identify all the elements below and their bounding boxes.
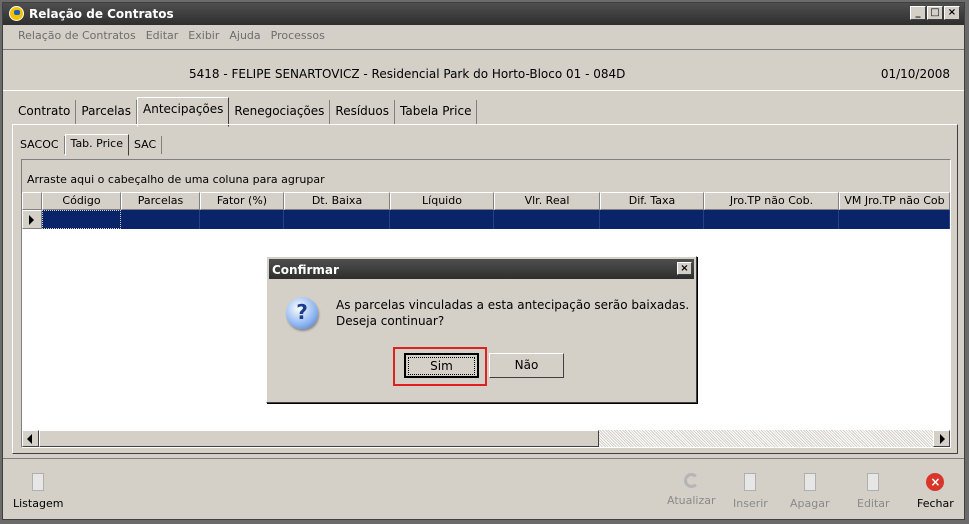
- editar-button[interactable]: Editar: [857, 465, 890, 510]
- listagem-label: Listagem: [13, 497, 64, 510]
- subtab-tab-price[interactable]: Tab. Price: [64, 134, 129, 156]
- dialog-title: Confirmar: [272, 263, 339, 277]
- maximize-button[interactable]: □: [927, 6, 943, 20]
- atualizar-label: Atualizar: [667, 494, 716, 507]
- col-dt-baixa[interactable]: Dt. Baixa: [284, 192, 390, 210]
- cell-dt-baixa[interactable]: [284, 210, 390, 229]
- dialog-message-line1: As parcelas vinculadas a esta antecipaçã…: [336, 298, 690, 312]
- inserir-label: Inserir: [733, 497, 768, 510]
- group-hint: Arraste aqui o cabeçalho de uma coluna p…: [27, 173, 325, 186]
- question-icon: ?: [286, 297, 318, 329]
- col-parcelas[interactable]: Parcelas: [121, 192, 200, 210]
- menu-relacao[interactable]: Relação de Contratos: [13, 26, 141, 46]
- subtab-sacoc[interactable]: SACOC: [15, 136, 65, 154]
- tab-contrato[interactable]: Contrato: [13, 100, 77, 124]
- nao-button[interactable]: Não: [489, 353, 564, 378]
- tab-residuos[interactable]: Resíduos: [330, 100, 395, 124]
- indicator-header: [22, 192, 42, 210]
- title-bar[interactable]: Relação de Contratos _ □ ×: [3, 3, 964, 25]
- tab-antecipacoes[interactable]: Antecipações: [137, 97, 230, 127]
- row-indicator-icon: [22, 210, 42, 229]
- window-title: Relação de Contratos: [29, 7, 174, 21]
- contract-info: 5418 - FELIPE SENARTOVICZ - Residencial …: [189, 67, 626, 81]
- cell-dif-taxa[interactable]: [600, 210, 704, 229]
- apagar-label: Apagar: [790, 497, 830, 510]
- cell-fator[interactable]: [200, 210, 284, 229]
- current-date: 01/10/2008: [880, 67, 950, 81]
- confirm-dialog: Confirmar × ? As parcelas vinculadas a e…: [266, 256, 697, 403]
- col-vm-jro-tp[interactable]: VM Jro.TP não Cob: [839, 192, 950, 210]
- col-vlr-real[interactable]: Vlr. Real: [494, 192, 600, 210]
- close-icon: ×: [926, 473, 945, 491]
- cell-jro-tp[interactable]: [704, 210, 839, 229]
- bottom-toolbar: Listagem Atualizar Inserir Apagar Editar…: [3, 458, 964, 521]
- dialog-message: As parcelas vinculadas a esta antecipaçã…: [336, 297, 689, 329]
- atualizar-button[interactable]: Atualizar: [667, 465, 716, 507]
- main-tabs: Contrato Parcelas Antecipações Renegocia…: [13, 97, 478, 127]
- close-window-button[interactable]: ×: [944, 6, 960, 20]
- document-icon: [32, 473, 45, 491]
- menu-bar: Relação de Contratos Editar Exibir Ajuda…: [3, 26, 964, 46]
- delete-icon: [803, 473, 816, 491]
- col-jro-tp[interactable]: Jro.TP não Cob.: [704, 192, 839, 210]
- menu-processos[interactable]: Processos: [266, 26, 330, 46]
- tab-renegociacoes[interactable]: Renegociações: [229, 100, 331, 124]
- scroll-thumb[interactable]: [39, 430, 599, 447]
- tab-parcelas[interactable]: Parcelas: [76, 100, 138, 124]
- minimize-button[interactable]: _: [910, 6, 926, 20]
- sub-tabs: SACOC Tab. Price SAC: [15, 134, 163, 156]
- dialog-message-line2: Deseja continuar?: [336, 314, 445, 328]
- apagar-button[interactable]: Apagar: [790, 465, 830, 510]
- col-fator[interactable]: Fator (%): [200, 192, 284, 210]
- cell-liquido[interactable]: [390, 210, 494, 229]
- cell-vlr-real[interactable]: [494, 210, 600, 229]
- tab-tabela-price[interactable]: Tabela Price: [395, 100, 478, 124]
- app-icon: [9, 6, 24, 21]
- contract-info-bar: 5418 - FELIPE SENARTOVICZ - Residencial …: [3, 49, 964, 91]
- horizontal-scrollbar[interactable]: [22, 430, 950, 447]
- sim-label: Sim: [408, 357, 475, 375]
- scroll-right-icon[interactable]: [933, 430, 950, 447]
- cell-parcelas[interactable]: [121, 210, 200, 229]
- dialog-close-icon[interactable]: ×: [677, 262, 692, 275]
- table-row[interactable]: [22, 210, 950, 229]
- grid-header: Código Parcelas Fator (%) Dt. Baixa Líqu…: [22, 192, 950, 210]
- fechar-label: Fechar: [917, 497, 954, 510]
- menu-ajuda[interactable]: Ajuda: [224, 26, 265, 46]
- editar-label: Editar: [857, 497, 890, 510]
- menu-exibir[interactable]: Exibir: [183, 26, 224, 46]
- cell-vm-jro-tp[interactable]: [839, 210, 950, 229]
- menu-editar[interactable]: Editar: [141, 26, 184, 46]
- listagem-button[interactable]: Listagem: [13, 465, 63, 510]
- fechar-button[interactable]: × Fechar: [917, 465, 954, 510]
- col-dif-taxa[interactable]: Dif. Taxa: [600, 192, 704, 210]
- scroll-left-icon[interactable]: [22, 430, 39, 447]
- col-codigo[interactable]: Código: [42, 192, 121, 210]
- subtab-sac[interactable]: SAC: [129, 136, 163, 154]
- inserir-button[interactable]: Inserir: [733, 465, 768, 510]
- sim-button[interactable]: Sim: [404, 353, 479, 378]
- cell-codigo[interactable]: [42, 210, 121, 229]
- dialog-title-bar[interactable]: Confirmar ×: [269, 259, 694, 279]
- edit-icon: [867, 473, 880, 491]
- refresh-icon: [683, 473, 699, 488]
- col-liquido[interactable]: Líquido: [390, 192, 494, 210]
- insert-icon: [744, 473, 757, 491]
- group-by-area[interactable]: Arraste aqui o cabeçalho de uma coluna p…: [22, 160, 950, 192]
